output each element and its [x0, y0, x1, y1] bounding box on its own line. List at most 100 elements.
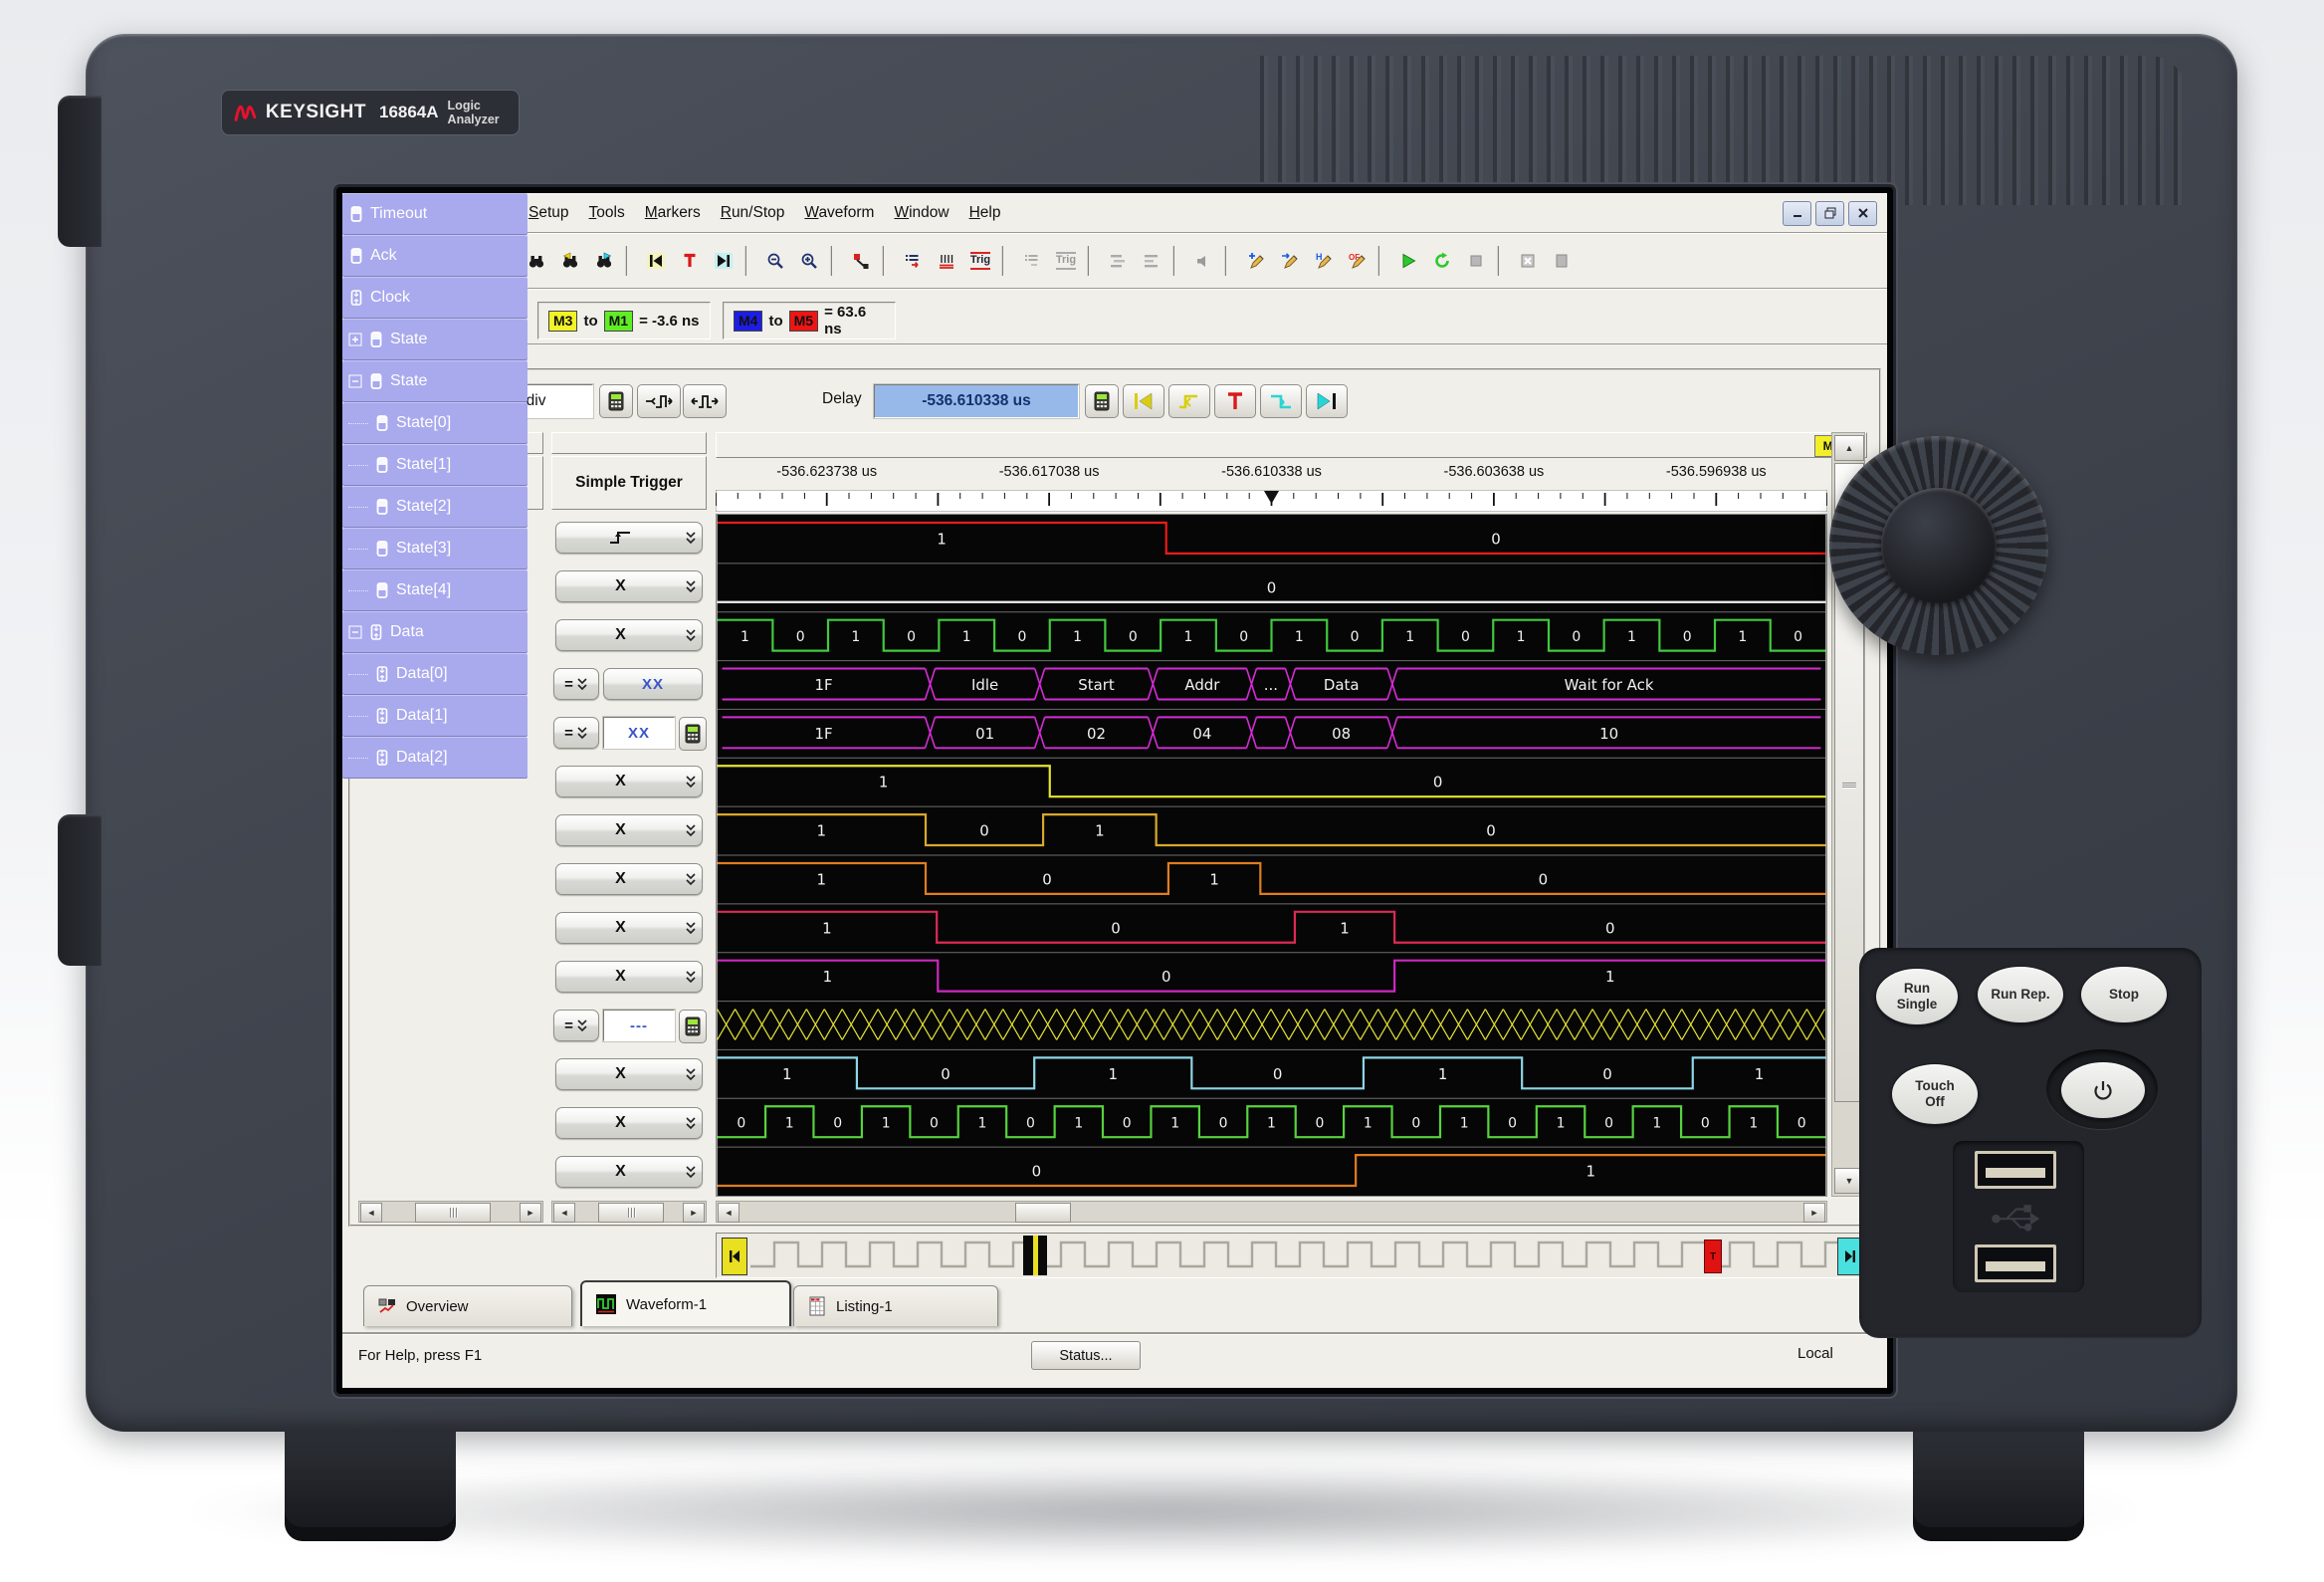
- sampling-setup-button[interactable]: [930, 243, 963, 279]
- annotate-time-button[interactable]: H: [1306, 243, 1340, 279]
- restore-button[interactable]: [1815, 200, 1844, 226]
- separate-signals-disabled[interactable]: [1135, 243, 1168, 279]
- trigger-dropdown[interactable]: X: [555, 570, 703, 602]
- zoom-out-scale-button[interactable]: [683, 384, 727, 418]
- hard-button-run-rep[interactable]: Run Rep.: [1977, 966, 2064, 1023]
- menu-waveform[interactable]: Waveform: [794, 201, 884, 225]
- bus-signal-row-data-2-[interactable]: Data[2]: [342, 737, 528, 779]
- delay-prev-edge-button[interactable]: [1168, 384, 1210, 418]
- rotary-knob-center[interactable]: [1881, 488, 1997, 603]
- hard-button-touch-off[interactable]: Touch Off: [1891, 1063, 1979, 1125]
- trigger-dropdown[interactable]: X: [555, 766, 703, 797]
- bus-signal-row-state[interactable]: State: [342, 319, 528, 360]
- annotate-next-button[interactable]: [1272, 243, 1306, 279]
- hscroll-thumb[interactable]: [1015, 1203, 1071, 1223]
- bus-signal-setup-disabled[interactable]: [1015, 243, 1049, 279]
- menu-tools[interactable]: Tools: [579, 201, 635, 225]
- run-repetitive-button[interactable]: [1425, 243, 1459, 279]
- place-marker-button[interactable]: [844, 243, 878, 279]
- hard-button-run-single[interactable]: Run Single: [1875, 968, 1959, 1025]
- status-disabled[interactable]: [1545, 243, 1579, 279]
- delay-next-edge-button[interactable]: [1260, 384, 1302, 418]
- trigger-dropdown[interactable]: X: [555, 961, 703, 993]
- scroll-right-button[interactable]: ►: [1803, 1203, 1825, 1223]
- go-begin-button[interactable]: [1123, 384, 1164, 418]
- annotate-overflow-button[interactable]: OF: [1340, 243, 1373, 279]
- marker-measurement-2[interactable]: M3 to M1 = -3.6 ns: [537, 302, 711, 339]
- bus-signal-row-ack[interactable]: Ack: [342, 235, 528, 277]
- collapse-icon[interactable]: [348, 374, 362, 388]
- zoom-in-scale-button[interactable]: [637, 384, 681, 418]
- menu-window[interactable]: Window: [884, 201, 958, 225]
- collapse-icon[interactable]: [348, 625, 362, 639]
- bus-signal-row-state[interactable]: State: [342, 360, 528, 402]
- bus-signal-row-state-2-[interactable]: State[2]: [342, 486, 528, 528]
- trigger-dropdown[interactable]: X: [555, 912, 703, 944]
- zoom-in-button[interactable]: [792, 243, 826, 279]
- trigger-operator-dropdown[interactable]: =: [553, 1010, 599, 1041]
- go-to-end-button[interactable]: [707, 243, 740, 279]
- waveform-canvas[interactable]: 1 0 0 1 0 1 0 1 0 1 0 1 0 1 0 1 0 1 0 1 0 1 0 1F Idle Start Addr..…: [716, 514, 1827, 1197]
- scroll-up-button[interactable]: ▲: [1834, 435, 1864, 461]
- marker-measurement-3[interactable]: M4 to M5 = 63.6 ns: [723, 302, 896, 339]
- trigger-value-field[interactable]: ---: [603, 1010, 675, 1041]
- trigger-dropdown[interactable]: X: [555, 1156, 703, 1188]
- trigger-calculator-button[interactable]: [679, 717, 707, 751]
- bus-signal-row-state-1-[interactable]: State[1]: [342, 444, 528, 486]
- bus-signal-row-clock[interactable]: Clock: [342, 277, 528, 319]
- trigger-hscrollbar[interactable]: ◄ ►: [551, 1201, 707, 1223]
- annotate-add-button[interactable]: [1238, 243, 1272, 279]
- navigator-trigger-marker[interactable]: T: [1704, 1240, 1722, 1273]
- close-button[interactable]: [1848, 200, 1877, 226]
- bus-signal-row-state-3-[interactable]: State[3]: [342, 528, 528, 569]
- power-button[interactable]: [2060, 1061, 2146, 1119]
- zoom-out-button[interactable]: [758, 243, 792, 279]
- bus-signal-row-data[interactable]: Data: [342, 611, 528, 653]
- trigger-dropdown[interactable]: [555, 522, 703, 554]
- trigger-value-button[interactable]: XX: [603, 668, 703, 700]
- trigger-dropdown[interactable]: X: [555, 619, 703, 651]
- find-next-button[interactable]: [587, 243, 621, 279]
- bus-signal-row-state-0-[interactable]: State[0]: [342, 402, 528, 444]
- scroll-left-button[interactable]: ◄: [553, 1203, 575, 1223]
- waveform-hscrollbar[interactable]: ◄ ►: [716, 1201, 1827, 1223]
- menu-help[interactable]: Help: [959, 201, 1011, 225]
- menu-setup[interactable]: Setup: [519, 201, 579, 225]
- trigger-operator-dropdown[interactable]: =: [553, 668, 599, 700]
- trigger-dropdown[interactable]: X: [555, 1058, 703, 1090]
- trigger-operator-dropdown[interactable]: =: [553, 717, 599, 749]
- time-ruler[interactable]: [716, 490, 1827, 512]
- scroll-left-button[interactable]: ◄: [718, 1203, 739, 1223]
- go-to-trigger-button[interactable]: [673, 243, 707, 279]
- stop-disabled[interactable]: [1459, 243, 1493, 279]
- delay-field[interactable]: -536.610338 us: [874, 384, 1079, 418]
- go-trigger-button[interactable]: [1214, 384, 1256, 418]
- scroll-right-button[interactable]: ►: [683, 1203, 705, 1223]
- go-end-button[interactable]: [1306, 384, 1348, 418]
- trigger-dropdown[interactable]: X: [555, 814, 703, 846]
- status-button[interactable]: Status...: [1031, 1341, 1141, 1370]
- time-navigator-bar[interactable]: T: [716, 1233, 1869, 1278]
- hscroll-thumb[interactable]: [415, 1203, 491, 1223]
- navigator-position-marker[interactable]: [1023, 1236, 1047, 1275]
- run-button[interactable]: [1391, 243, 1425, 279]
- go-to-start-button[interactable]: [639, 243, 673, 279]
- delay-calculator-button[interactable]: [1085, 384, 1119, 418]
- minimize-button[interactable]: [1783, 200, 1811, 226]
- trigger-setup-button[interactable]: Trig: [963, 243, 997, 279]
- menu-runstop[interactable]: Run/Stop: [711, 201, 795, 225]
- rotary-knob[interactable]: [1829, 436, 2048, 655]
- sound-disabled[interactable]: [1186, 243, 1220, 279]
- trigger-dropdown[interactable]: X: [555, 1107, 703, 1139]
- tab-waveform1[interactable]: Waveform-1: [580, 1280, 791, 1326]
- scroll-right-button[interactable]: ►: [520, 1203, 541, 1223]
- expand-icon[interactable]: [348, 333, 362, 346]
- hscroll-thumb[interactable]: [598, 1203, 664, 1223]
- trigger-calculator-button[interactable]: [679, 1010, 707, 1043]
- hard-button-stop[interactable]: Stop: [2080, 966, 2168, 1023]
- tab-listing1[interactable]: Listing-1: [793, 1285, 998, 1326]
- bus-signal-hscrollbar[interactable]: ◄ ►: [358, 1201, 543, 1223]
- find-previous-button[interactable]: [553, 243, 587, 279]
- trigger-dropdown[interactable]: X: [555, 863, 703, 895]
- cancel-disabled[interactable]: [1511, 243, 1545, 279]
